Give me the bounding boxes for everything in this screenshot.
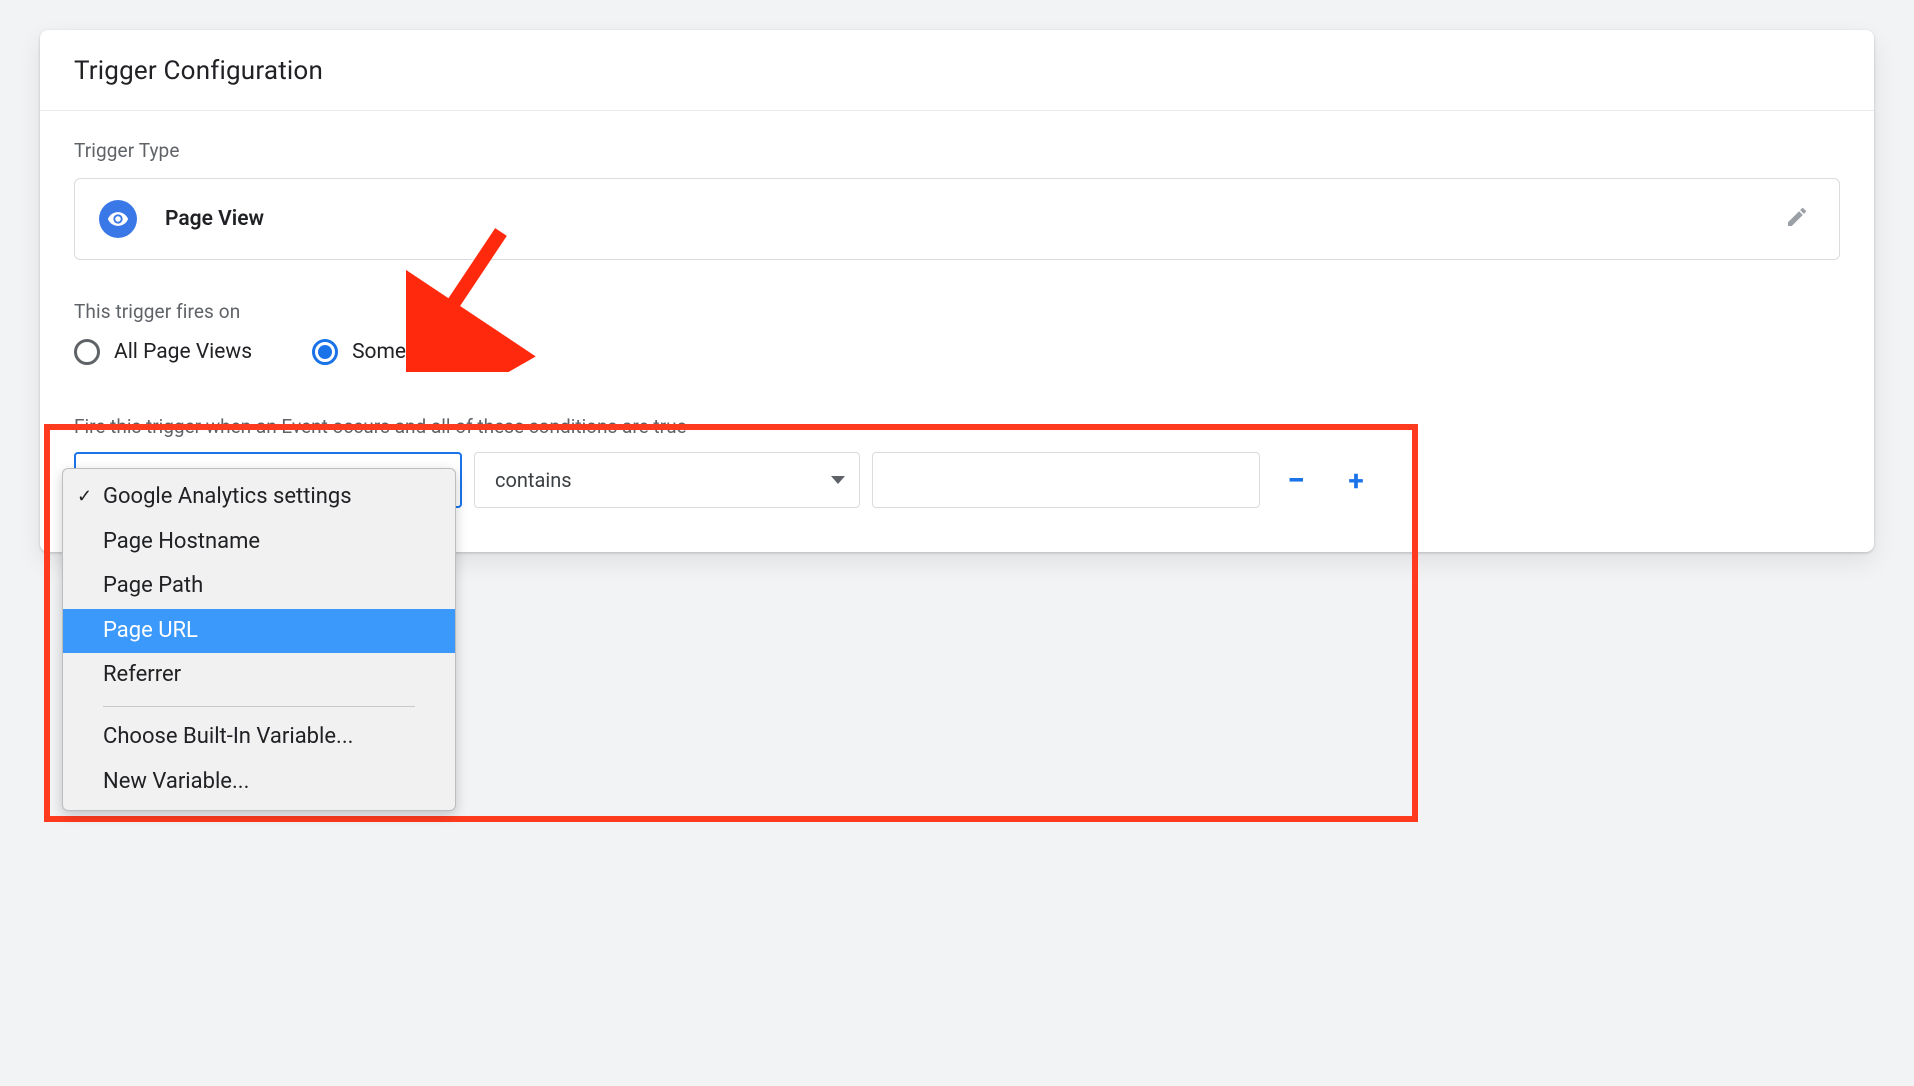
trigger-type-left: Page View xyxy=(99,200,264,238)
trigger-type-label: Trigger Type xyxy=(74,139,1840,162)
value-input[interactable] xyxy=(872,452,1260,508)
dropdown-item-choose-builtin[interactable]: Choose Built-In Variable... xyxy=(63,715,455,760)
dropdown-item-label: Referrer xyxy=(103,662,181,687)
chevron-down-icon xyxy=(831,476,845,484)
radio-label-all: All Page Views xyxy=(114,340,252,364)
remove-condition-button[interactable]: − xyxy=(1272,456,1320,504)
dropdown-item-label: Page Path xyxy=(103,573,203,598)
card-header: Trigger Configuration xyxy=(40,30,1874,111)
dropdown-item-ga-settings[interactable]: ✓ Google Analytics settings xyxy=(63,475,455,520)
dropdown-item-page-path[interactable]: Page Path xyxy=(63,564,455,609)
dropdown-item-page-hostname[interactable]: Page Hostname xyxy=(63,520,455,565)
operator-select-value: contains xyxy=(495,468,572,492)
variable-dropdown-menu: ✓ Google Analytics settings Page Hostnam… xyxy=(62,468,456,811)
dropdown-divider xyxy=(103,706,415,707)
dropdown-item-referrer[interactable]: Referrer xyxy=(63,653,455,698)
dropdown-item-label: New Variable... xyxy=(103,769,249,794)
add-condition-button[interactable]: + xyxy=(1332,456,1380,504)
radio-dot xyxy=(318,345,332,359)
eye-icon xyxy=(99,200,137,238)
dropdown-item-new-variable[interactable]: New Variable... xyxy=(63,760,455,805)
conditions-label: Fire this trigger when an Event occurs a… xyxy=(74,415,1840,438)
dropdown-item-page-url[interactable]: Page URL xyxy=(63,609,455,654)
dropdown-item-label: Page URL xyxy=(103,618,198,643)
dropdown-item-label: Page Hostname xyxy=(103,529,260,554)
fires-on-label: This trigger fires on xyxy=(74,300,1840,323)
radio-circle-selected xyxy=(312,339,338,365)
pencil-icon xyxy=(1785,205,1809,229)
card-title: Trigger Configuration xyxy=(74,56,1840,86)
edit-trigger-type-button[interactable] xyxy=(1779,199,1815,239)
fires-on-radio-group: All Page Views Some Page Views xyxy=(74,339,1840,365)
radio-some-page-views[interactable]: Some Page Views xyxy=(312,339,520,365)
trigger-type-name: Page View xyxy=(165,207,264,231)
dropdown-item-label: Google Analytics settings xyxy=(103,484,352,509)
check-icon: ✓ xyxy=(77,485,92,508)
radio-circle-unselected xyxy=(74,339,100,365)
radio-all-page-views[interactable]: All Page Views xyxy=(74,339,252,365)
trigger-type-row[interactable]: Page View xyxy=(74,178,1840,260)
dropdown-item-label: Choose Built-In Variable... xyxy=(103,724,353,749)
operator-select[interactable]: contains xyxy=(474,452,860,508)
radio-label-some: Some Page Views xyxy=(352,340,520,364)
